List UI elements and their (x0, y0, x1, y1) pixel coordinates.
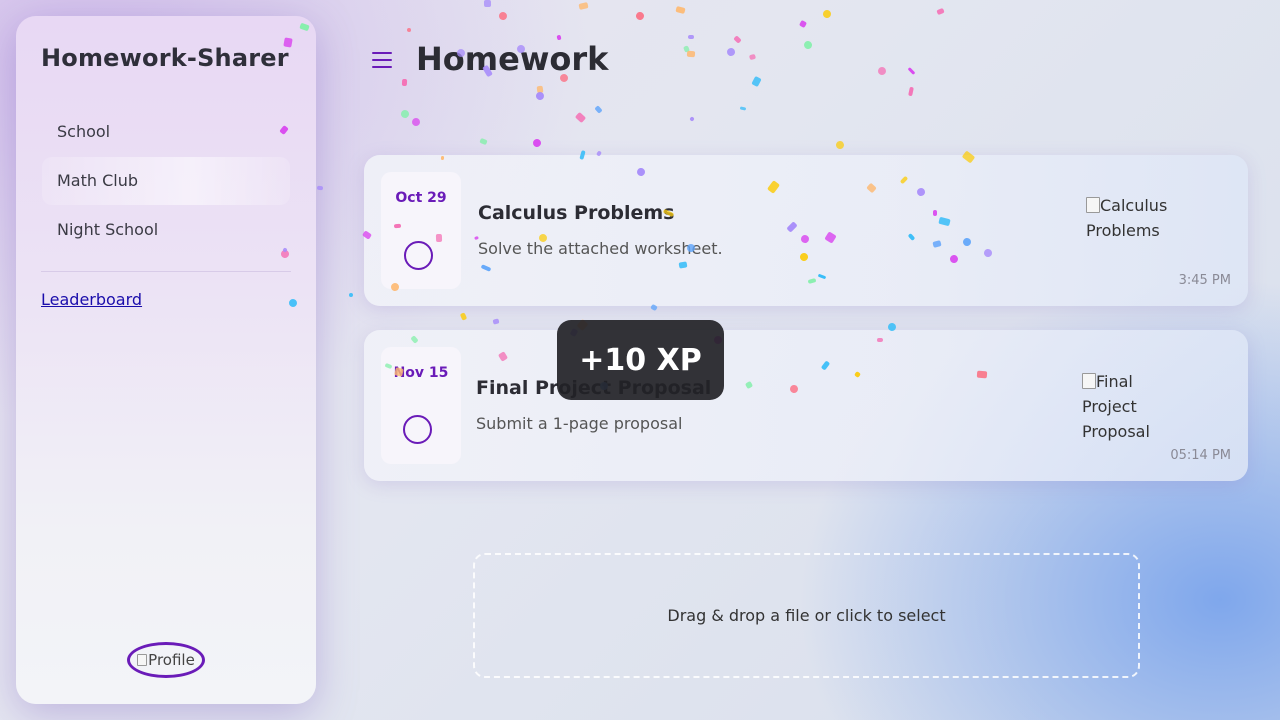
confetti-piece (733, 35, 742, 44)
task-attachment-image[interactable]: Final Project Proposal (1082, 369, 1172, 444)
profile-avatar-button[interactable]: Profile (127, 642, 205, 678)
confetti-piece (401, 78, 408, 87)
page-title: Homework (416, 40, 609, 78)
confetti-piece (634, 10, 646, 22)
confetti-piece (536, 85, 544, 94)
xp-toast-text: +10 XP (579, 342, 702, 378)
task-time: 3:45 PM (1178, 273, 1231, 288)
hamburger-menu-icon[interactable] (372, 52, 392, 68)
confetti-piece (399, 108, 411, 120)
broken-image-icon (1082, 373, 1096, 389)
confetti-piece (406, 27, 412, 33)
due-date-box: Oct 29 (381, 172, 461, 289)
confetti-piece (803, 40, 813, 50)
sidebar-item-label: Night School (57, 220, 159, 239)
confetti-piece (798, 19, 808, 29)
confetti-piece (594, 105, 603, 114)
sidebar-item-night-school[interactable]: Night School (42, 206, 290, 254)
confetti-piece (675, 5, 686, 15)
task-card[interactable]: Nov 15 Final Project Proposal Submit a 1… (364, 330, 1248, 481)
task-description: Submit a 1-page proposal (476, 414, 683, 433)
confetti-piece (739, 106, 747, 111)
complete-checkbox[interactable] (404, 241, 433, 270)
file-dropzone[interactable]: Drag & drop a file or click to select (473, 553, 1140, 678)
confetti-piece (459, 312, 468, 321)
due-date: Oct 29 (395, 190, 447, 206)
task-time: 05:14 PM (1170, 448, 1231, 463)
complete-checkbox[interactable] (403, 415, 432, 444)
confetti-piece (936, 7, 945, 16)
confetti-piece (574, 111, 587, 124)
confetti-piece (908, 86, 914, 97)
confetti-piece (877, 66, 887, 76)
xp-reward-toast: +10 XP (557, 320, 724, 400)
confetti-piece (492, 318, 500, 325)
confetti-piece (748, 53, 757, 61)
due-date: Nov 15 (393, 365, 449, 381)
confetti-piece (751, 75, 762, 88)
confetti-piece (534, 90, 546, 102)
dropzone-label: Drag & drop a file or click to select (667, 606, 946, 625)
task-description: Solve the attached worksheet. (478, 239, 723, 258)
sidebar-item-label: School (57, 122, 111, 141)
sidebar-item-school[interactable]: School (42, 108, 290, 156)
confetti-piece (687, 34, 695, 40)
broken-image-icon (1086, 197, 1100, 213)
confetti-piece (497, 10, 509, 22)
confetti-piece (689, 116, 695, 122)
profile-alt-text: Profile (148, 651, 195, 669)
task-card[interactable]: Oct 29 Calculus Problems Solve the attac… (364, 155, 1248, 306)
sidebar-item-math-club[interactable]: Math Club (42, 157, 290, 205)
sidebar-divider (41, 271, 291, 272)
due-date-box: Nov 15 (381, 347, 461, 464)
confetti-piece (725, 46, 737, 58)
confetti-piece (686, 50, 696, 58)
sidebar: Homework-Sharer School Math Club Night S… (16, 16, 316, 704)
task-attachment-image[interactable]: Calculus Problems (1086, 193, 1176, 243)
confetti-piece (835, 140, 845, 150)
confetti-piece (531, 137, 543, 149)
leaderboard-link[interactable]: Leaderboard (41, 290, 142, 309)
confetti-piece (683, 45, 690, 53)
confetti-piece (821, 8, 833, 20)
broken-image-icon (137, 654, 148, 666)
confetti-piece (348, 292, 354, 298)
task-title: Calculus Problems (478, 202, 675, 224)
confetti-piece (479, 137, 488, 146)
confetti-piece (907, 67, 916, 75)
confetti-piece (411, 117, 421, 127)
confetti-piece (483, 0, 492, 8)
confetti-piece (578, 2, 589, 10)
confetti-piece (316, 185, 324, 191)
app-brand-title: Homework-Sharer (41, 44, 289, 72)
sidebar-item-label: Math Club (57, 171, 139, 190)
